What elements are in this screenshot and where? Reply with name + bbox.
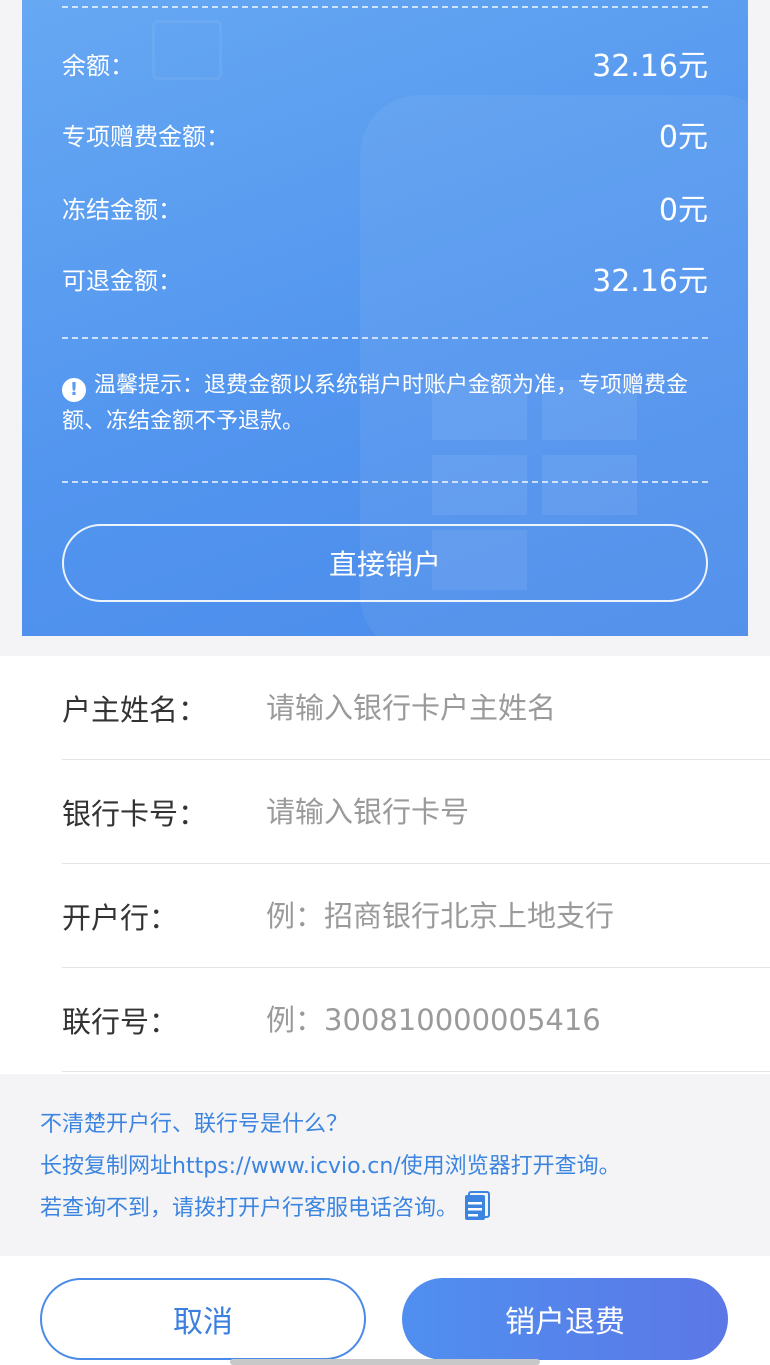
bank-branch-input[interactable]: [266, 898, 746, 933]
bank-branch-row: 开户行：: [62, 864, 770, 968]
balance-label: 余额：: [62, 51, 134, 80]
bottom-action-bar: 取消 销户退费: [0, 1256, 770, 1365]
exclamation-icon: !: [62, 378, 86, 402]
refundable-row: 可退金额： 32.16元: [62, 258, 708, 299]
help-line-question: 不清楚开户行、联行号是什么？: [40, 1112, 349, 1137]
frozen-value: 0元: [658, 193, 708, 228]
refundable-value: 32.16元: [592, 264, 708, 299]
card-number-input[interactable]: [266, 794, 746, 829]
bank-code-label: 联行号：: [62, 1004, 179, 1039]
refundable-label: 可退金额：: [62, 266, 182, 295]
help-line-contact-text: 若查询不到，请拨打开户行客服电话咨询。: [40, 1196, 459, 1221]
document-icon[interactable]: [464, 1191, 491, 1221]
card-number-row: 银行卡号：: [62, 760, 770, 864]
account-holder-label: 户主姓名：: [62, 692, 208, 727]
cancel-button[interactable]: 取消: [40, 1278, 366, 1360]
balance-card: 余额： 32.16元 专项赠费金额： 0元 冻结金额： 0元 可退金额： 32.…: [22, 0, 748, 636]
bank-branch-label: 开户行：: [62, 900, 179, 935]
balance-row: 余额： 32.16元: [62, 43, 708, 84]
bank-code-input[interactable]: [266, 1002, 746, 1037]
frozen-label: 冻结金额：: [62, 195, 182, 224]
card-number-label: 银行卡号：: [62, 796, 208, 831]
bank-code-row: 联行号：: [62, 968, 770, 1072]
divider: [62, 6, 708, 8]
divider: [62, 481, 708, 483]
close-account-refund-button[interactable]: 销户退费: [402, 1278, 728, 1360]
account-holder-input[interactable]: [266, 690, 746, 725]
divider: [62, 337, 708, 339]
help-text: 不清楚开户行、联行号是什么？ 长按复制网址https://www.icvio.c…: [40, 1104, 750, 1230]
help-line-url[interactable]: 长按复制网址https://www.icvio.cn/使用浏览器打开查询。: [40, 1146, 750, 1188]
home-indicator: [230, 1359, 540, 1365]
special-gift-label: 专项赠费金额：: [62, 122, 230, 151]
frozen-row: 冻结金额： 0元: [62, 187, 708, 228]
page: 余额： 32.16元 专项赠费金额： 0元 冻结金额： 0元 可退金额： 32.…: [0, 0, 770, 1365]
special-gift-row: 专项赠费金额： 0元: [62, 114, 708, 155]
help-line-contact: 若查询不到，请拨打开户行客服电话咨询。: [40, 1188, 750, 1230]
tip-text: 温馨提示：退费金额以系统销户时账户金额为准，专项赠费金额、冻结金额不予退款。: [62, 373, 689, 434]
bank-info-form: 户主姓名： 银行卡号： 开户行： 联行号：: [0, 656, 770, 1074]
direct-close-account-button[interactable]: 直接销户: [62, 524, 708, 602]
account-holder-row: 户主姓名：: [62, 656, 770, 760]
warm-tip: ! 温馨提示：退费金额以系统销户时账户金额为准，专项赠费金额、冻结金额不予退款。: [62, 368, 708, 440]
balance-value: 32.16元: [592, 49, 708, 84]
special-gift-value: 0元: [658, 120, 708, 155]
